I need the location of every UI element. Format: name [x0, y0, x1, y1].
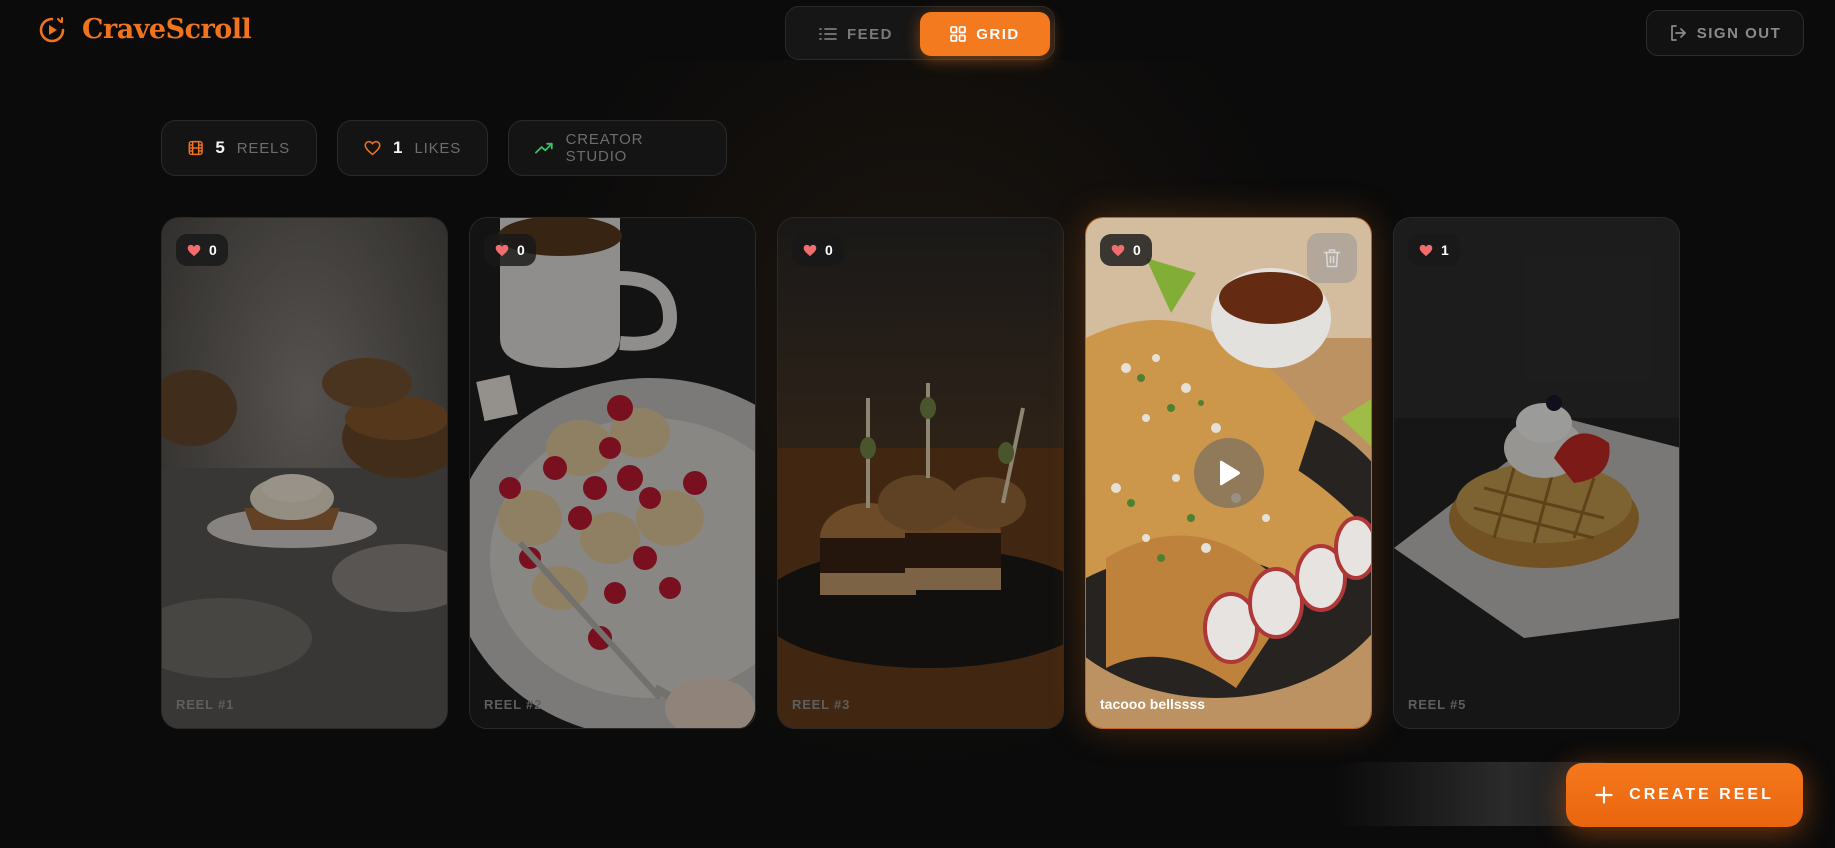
film-icon — [188, 140, 203, 156]
view-toggle: FEED GRID — [785, 6, 1055, 60]
create-reel-button[interactable]: CREATE REEL — [1566, 763, 1803, 827]
create-reel-label: CREATE REEL — [1629, 786, 1774, 803]
reel-title: REEL #1 — [176, 697, 235, 712]
play-button[interactable] — [1193, 438, 1264, 508]
like-badge[interactable]: 0 — [176, 234, 228, 266]
logo-icon — [39, 16, 65, 42]
reel-card[interactable]: 1 REEL #5 — [1393, 217, 1680, 729]
like-count: 0 — [517, 242, 525, 258]
like-count: 0 — [209, 242, 217, 258]
reel-title: REEL #2 — [484, 697, 543, 712]
likes-count: 1 — [393, 138, 403, 157]
like-count: 1 — [1441, 242, 1449, 258]
app-name: CraveScroll — [82, 14, 252, 45]
app-logo[interactable]: CraveScroll — [38, 14, 252, 45]
like-badge[interactable]: 0 — [792, 234, 844, 266]
reel-card-active[interactable]: 0 tacooo bellssss — [1085, 217, 1372, 729]
trash-icon — [1323, 249, 1341, 268]
trending-up-icon — [535, 142, 553, 154]
heart-icon — [803, 244, 817, 256]
heart-icon — [495, 244, 509, 256]
sign-out-label: SIGN OUT — [1696, 24, 1782, 42]
grid-icon — [950, 26, 967, 42]
reels-count: 5 — [215, 138, 225, 157]
list-icon — [819, 28, 837, 40]
card-overlay — [162, 218, 447, 728]
card-overlay — [778, 218, 1063, 728]
reel-caption: tacooo bellssss — [1100, 696, 1206, 712]
creator-studio-button[interactable]: CREATOR STUDIO — [508, 120, 727, 176]
reel-card[interactable]: 0 REEL #2 — [469, 217, 756, 729]
like-badge[interactable]: 0 — [1100, 234, 1152, 266]
plus-icon — [1595, 786, 1613, 804]
reel-title: REEL #5 — [1408, 697, 1467, 712]
like-count: 0 — [1133, 242, 1141, 258]
heart-icon — [1111, 244, 1125, 256]
reel-card[interactable]: 0 REEL #1 — [161, 217, 448, 729]
like-badge[interactable]: 1 — [1408, 234, 1460, 266]
sign-out-icon — [1670, 25, 1686, 41]
reels-label: REELS — [236, 139, 290, 157]
feed-view-label: FEED — [846, 25, 893, 43]
grid-view-label: GRID — [976, 25, 1020, 43]
sign-out-button[interactable]: SIGN OUT — [1646, 10, 1804, 56]
play-icon — [1219, 460, 1240, 486]
feed-view-button[interactable]: FEED — [794, 12, 918, 56]
heart-outline-icon — [364, 140, 381, 156]
grid-view-button[interactable]: GRID — [920, 12, 1050, 56]
heart-icon — [1419, 244, 1433, 256]
likes-label: LIKES — [414, 139, 461, 157]
likes-stat: 1 LIKES — [337, 120, 488, 176]
heart-icon — [187, 244, 201, 256]
reel-title: REEL #3 — [792, 697, 851, 712]
card-overlay — [1394, 218, 1679, 728]
like-badge[interactable]: 0 — [484, 234, 536, 266]
like-count: 0 — [825, 242, 833, 258]
creator-studio-label: CREATOR STUDIO — [565, 131, 644, 165]
reel-card[interactable]: 0 REEL #3 — [777, 217, 1064, 729]
reels-stat: 5 REELS — [161, 120, 317, 176]
card-overlay — [470, 218, 755, 728]
delete-reel-button[interactable] — [1307, 233, 1357, 283]
